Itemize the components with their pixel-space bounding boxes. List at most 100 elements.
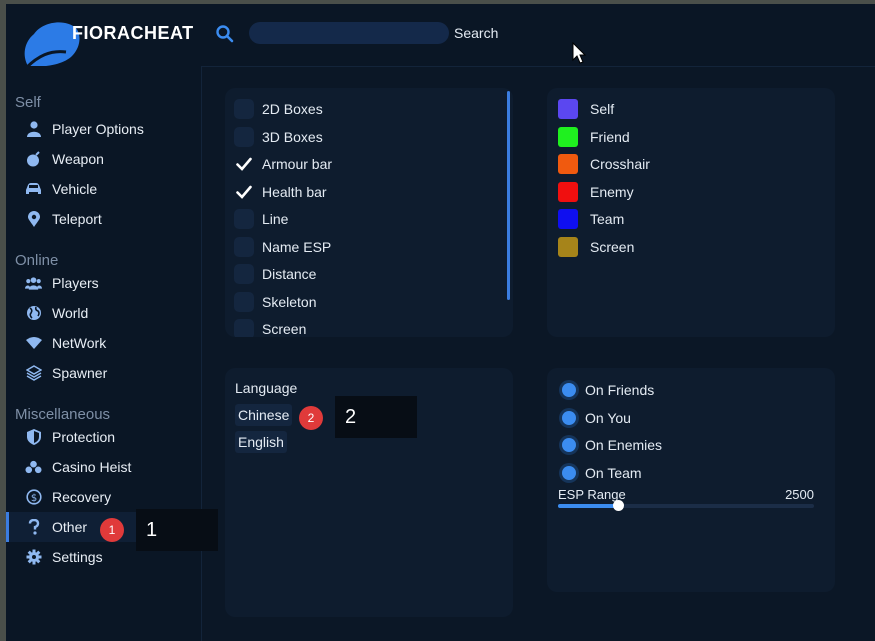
esp-option-line[interactable]: Line — [225, 207, 495, 231]
esp-option-armour-bar[interactable]: Armour bar — [225, 152, 495, 176]
sidebar-item-world[interactable]: World — [6, 298, 201, 328]
checkbox[interactable] — [234, 99, 254, 119]
globe-icon — [25, 304, 42, 321]
section-title-miscellaneous: Miscellaneous — [15, 406, 111, 423]
esp-option-label: 2D Boxes — [262, 101, 323, 117]
color-swatch[interactable] — [558, 236, 578, 257]
wifi-icon — [25, 334, 42, 351]
esp-option-screen[interactable]: Screen — [225, 317, 495, 337]
sidebar-item-label: Protection — [52, 429, 116, 445]
sidebar-item-label: Recovery — [52, 489, 112, 505]
esp-option-name-esp[interactable]: Name ESP — [225, 235, 495, 259]
language-option-chinese[interactable]: Chinese — [235, 404, 293, 426]
esp-option-label: Skeleton — [262, 293, 317, 310]
color-swatch[interactable] — [558, 154, 578, 174]
esp-option-distance[interactable]: Distance — [225, 262, 495, 286]
checkbox[interactable] — [234, 126, 254, 147]
sidebar-item-label: Weapon — [52, 151, 104, 167]
checkbox[interactable] — [234, 264, 254, 284]
color-label: Enemy — [590, 183, 634, 200]
radio-option-on-team[interactable]: On Team — [547, 461, 817, 485]
sidebar-item-vehicle[interactable]: Vehicle — [6, 174, 201, 204]
esp-option-health-bar[interactable]: Health bar — [225, 180, 495, 204]
checkmark-icon — [236, 157, 252, 171]
shield-icon — [25, 428, 42, 445]
radio-label: On Friends — [585, 382, 655, 398]
radio-button[interactable] — [562, 465, 576, 480]
color-label: Team — [590, 211, 625, 227]
esp-option-label: Health bar — [262, 183, 327, 200]
sidebar-item-label: Teleport — [52, 211, 102, 227]
annotation-callout-1: 1 — [136, 509, 218, 551]
radio-button[interactable] — [562, 438, 576, 452]
annotation-callout-2: 2 — [335, 396, 417, 438]
sidebar-item-protection[interactable]: Protection — [6, 422, 201, 452]
sidebar-item-casino-heist[interactable]: Casino Heist — [6, 452, 201, 482]
radio-option-on-enemies[interactable]: On Enemies — [547, 433, 817, 457]
sidebar-item-label: Casino Heist — [52, 459, 132, 475]
color-option-team[interactable]: Team — [547, 207, 817, 231]
esp-option-skeleton[interactable]: Skeleton — [225, 290, 495, 314]
brand-title: FIORACHEAT — [72, 23, 194, 43]
esp-range-slider-thumb[interactable] — [613, 500, 625, 511]
esp-option-label: Distance — [262, 266, 317, 282]
checkbox[interactable] — [234, 182, 254, 202]
sidebar-item-label: Spawner — [52, 365, 108, 381]
sidebar-item-weapon[interactable]: Weapon — [6, 144, 201, 174]
color-label: Screen — [590, 238, 635, 255]
color-option-friend[interactable]: Friend — [547, 125, 817, 149]
radio-option-on-you[interactable]: On You — [547, 406, 817, 430]
esp-colors-panel: Self Friend Crosshair Enemy Team Screen — [547, 88, 835, 337]
gear-icon — [25, 548, 42, 565]
radio-button[interactable] — [562, 383, 576, 397]
sidebar-item-players[interactable]: Players — [6, 268, 201, 298]
sidebar-item-spawner[interactable]: Spawner — [6, 358, 201, 388]
checkmark-icon — [236, 185, 252, 199]
esp-option-2d-boxes[interactable]: 2D Boxes — [225, 97, 495, 121]
color-swatch[interactable] — [558, 209, 578, 229]
color-swatch[interactable] — [558, 126, 578, 147]
esp-targets-panel: On Friends On You On Enemies On Team ESP Ra… — [547, 368, 835, 592]
color-option-crosshair[interactable]: Crosshair — [547, 152, 817, 176]
sidebar-item-player-options[interactable]: Player Options — [6, 114, 201, 144]
esp-option-3d-boxes[interactable]: 3D Boxes — [225, 125, 495, 149]
checkbox[interactable] — [234, 319, 254, 337]
section-title-self: Self — [15, 94, 41, 111]
esp-options-scrollbar[interactable] — [507, 91, 510, 300]
color-option-self[interactable]: Self — [547, 97, 817, 121]
search-input[interactable] — [249, 22, 449, 44]
annotation-badge-2: 2 — [299, 406, 323, 430]
language-title: Language — [235, 380, 298, 396]
language-option-english[interactable]: English — [235, 431, 287, 453]
section-title-online: Online — [15, 252, 59, 269]
mouse-cursor-icon — [572, 42, 587, 64]
dollar-circle-icon: $ — [25, 488, 42, 505]
question-icon — [25, 518, 42, 535]
checkbox[interactable] — [234, 154, 254, 174]
sidebar-item-recovery[interactable]: $ Recovery — [6, 482, 201, 512]
radio-option-on-friends[interactable]: On Friends — [547, 378, 817, 402]
esp-range-slider[interactable] — [558, 500, 814, 511]
radio-button[interactable] — [562, 410, 576, 425]
users-icon — [25, 274, 42, 291]
sidebar-item-network[interactable]: NetWork — [6, 328, 201, 358]
app-window: FIORACHEAT Search Self Player Options We… — [6, 4, 875, 641]
map-pin-icon — [25, 210, 42, 227]
esp-range-slider-fill — [558, 504, 620, 508]
car-icon — [25, 180, 42, 197]
annotation-badge-1: 1 — [100, 518, 124, 542]
sidebar-item-teleport[interactable]: Teleport — [6, 204, 201, 234]
radio-label: On You — [585, 409, 631, 426]
color-option-screen[interactable]: Screen — [547, 235, 817, 259]
checkbox[interactable] — [234, 209, 254, 229]
layers-icon — [25, 364, 42, 381]
color-label: Self — [590, 101, 615, 117]
header: FIORACHEAT Search — [6, 4, 875, 68]
color-swatch[interactable] — [558, 181, 578, 202]
color-swatch[interactable] — [558, 99, 578, 119]
search-icon[interactable] — [215, 24, 235, 44]
color-option-enemy[interactable]: Enemy — [547, 180, 817, 204]
checkbox[interactable] — [234, 291, 254, 312]
sidebar-item-label: Settings — [52, 549, 103, 565]
checkbox[interactable] — [234, 236, 254, 257]
